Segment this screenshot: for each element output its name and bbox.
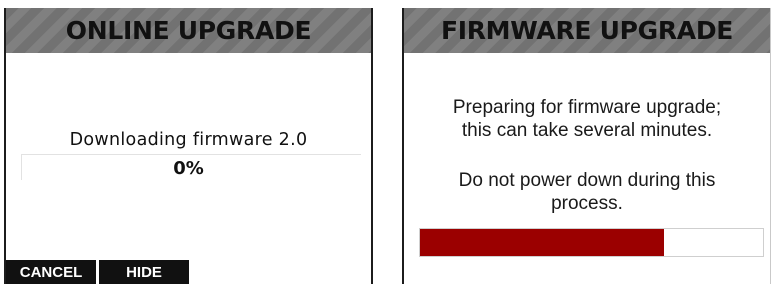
online-upgrade-screen: ONLINE UPGRADE Downloading firmware 2.0 …: [4, 8, 373, 284]
online-upgrade-title: ONLINE UPGRADE: [65, 16, 312, 45]
download-status-text: Downloading firmware 2.0: [69, 130, 308, 150]
cancel-button[interactable]: CANCEL: [6, 260, 96, 284]
firmware-upgrade-screen: FIRMWARE UPGRADE Preparing for firmware …: [402, 8, 771, 284]
preparing-message-text: Preparing for firmware upgrade; this can…: [452, 97, 722, 141]
power-warning-text: Do not power down during this process.: [458, 170, 716, 214]
firmware-upgrade-header: FIRMWARE UPGRADE: [404, 8, 770, 53]
firmware-progress-fill: [420, 229, 664, 256]
hide-button[interactable]: HIDE: [99, 260, 189, 284]
download-progress-percent: 0%: [173, 158, 204, 179]
preparing-message: Preparing for firmware upgrade; this can…: [404, 96, 770, 142]
power-warning-message: Do not power down during this process.: [404, 169, 770, 215]
firmware-upgrade-title: FIRMWARE UPGRADE: [440, 16, 734, 45]
firmware-progress-bar: [419, 228, 764, 257]
online-upgrade-header: ONLINE UPGRADE: [6, 8, 371, 53]
